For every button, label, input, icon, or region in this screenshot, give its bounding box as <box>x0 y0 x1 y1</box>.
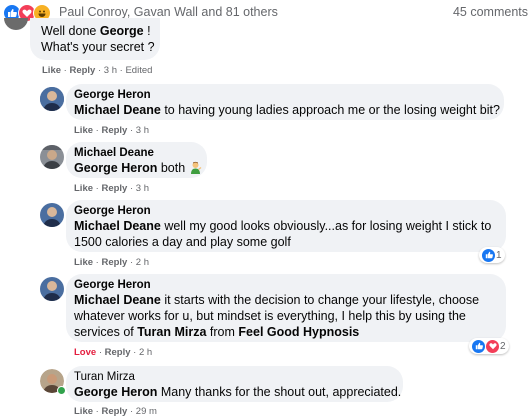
online-status-icon <box>57 386 66 395</box>
timestamp[interactable]: 29 m <box>136 406 157 417</box>
mention[interactable]: Feel Good Hypnosis <box>238 325 359 339</box>
comment-actions: Like · Reply · 3 h · Edited <box>42 65 153 76</box>
like-button[interactable]: Like <box>74 183 93 194</box>
man-gesturing-icon <box>189 161 202 178</box>
comment-actions: Love · Reply · 2 h <box>74 347 153 358</box>
mention[interactable]: Michael Deane <box>74 293 161 307</box>
edited-label[interactable]: Edited <box>125 65 152 76</box>
comment-bubble: George Heron Michael Deane to having you… <box>66 84 504 120</box>
comment-bubble: Turan Mirza George Heron Many thanks for… <box>66 366 403 402</box>
like-button[interactable]: Like <box>74 125 93 136</box>
comment-author[interactable]: George Heron <box>74 204 151 219</box>
comment-bubble: George Heron Michael Deane well my good … <box>66 200 506 252</box>
comment-text: Michael Deane it starts with the decisio… <box>74 292 479 340</box>
comment-line: services of Turan Mirza from Feel Good H… <box>74 325 360 339</box>
avatar-michael-deane[interactable] <box>40 145 64 169</box>
comment-author[interactable]: Turan Mirza <box>74 370 135 385</box>
mention[interactable]: Michael Deane <box>74 219 161 233</box>
avatar-turan-mirza[interactable] <box>40 369 66 395</box>
reaction-count: 1 <box>496 249 502 261</box>
like-reaction-icon <box>482 248 495 262</box>
mention[interactable]: George Heron <box>74 161 157 175</box>
mention[interactable]: George Heron <box>74 385 157 399</box>
reply-button[interactable]: Reply <box>101 183 127 194</box>
reply-button[interactable]: Reply <box>105 347 131 358</box>
reply-button[interactable]: Reply <box>101 406 127 417</box>
like-button[interactable]: Like <box>42 65 61 76</box>
comment-line: Michael Deane well my good looks obvious… <box>74 219 492 233</box>
reaction-count: 2 <box>500 340 506 352</box>
reaction-count-badge[interactable]: 1 <box>479 247 505 263</box>
comment-actions: Like · Reply · 2 h <box>74 257 150 268</box>
comment-text: Well done George ! What's your secret ? <box>41 23 155 55</box>
comment-bubble: Michael Deane George Heron both <box>66 142 207 178</box>
comment-actions: Like · Reply · 3 h <box>74 183 150 194</box>
comment-author[interactable]: George Heron <box>74 88 151 103</box>
comment-text: George Heron both <box>74 160 202 178</box>
reactors-names[interactable]: Paul Conroy, Gavan Wall and 81 others <box>59 5 278 19</box>
comment-bubble: George Heron Michael Deane it starts wit… <box>66 274 506 342</box>
comment-author[interactable]: Michael Deane <box>74 146 154 161</box>
mention[interactable]: Michael Deane <box>74 103 161 117</box>
love-reaction-icon <box>486 339 499 353</box>
comment-line: Well done George ! <box>41 24 151 38</box>
avatar-george-heron[interactable] <box>40 203 64 227</box>
reaction-count-badge[interactable]: 2 <box>469 338 509 354</box>
comment-bubble: Well done George ! What's your secret ? <box>30 18 160 60</box>
avatar-george-heron[interactable] <box>40 87 64 111</box>
love-button[interactable]: Love <box>74 347 96 358</box>
comment-text: George Heron Many thanks for the shout o… <box>74 385 402 399</box>
reply-button[interactable]: Reply <box>101 257 127 268</box>
reply-button[interactable]: Reply <box>69 65 95 76</box>
timestamp[interactable]: 3 h <box>104 65 117 76</box>
comment-line: Michael Deane it starts with the decisio… <box>74 293 480 307</box>
comment-actions: Like · Reply · 29 m <box>74 406 157 417</box>
comment-author[interactable]: George Heron <box>74 278 151 293</box>
like-reaction-icon <box>472 339 485 353</box>
comment-text: Michael Deane to having young ladies app… <box>74 103 500 117</box>
comment-line: whatever works for u, but mindset is eve… <box>74 309 466 323</box>
timestamp[interactable]: 2 h <box>136 257 149 268</box>
like-button[interactable]: Like <box>74 406 93 417</box>
comment-actions: Like · Reply · 3 h <box>74 125 150 136</box>
comments-count[interactable]: 45 comments <box>453 5 528 19</box>
comment-line: What's your secret ? <box>41 40 155 54</box>
timestamp[interactable]: 3 h <box>136 183 149 194</box>
avatar[interactable] <box>4 18 28 30</box>
timestamp[interactable]: 2 h <box>139 347 152 358</box>
reply-button[interactable]: Reply <box>101 125 127 136</box>
avatar-george-heron[interactable] <box>40 277 64 301</box>
mention[interactable]: Turan Mirza <box>137 325 206 339</box>
like-button[interactable]: Like <box>74 257 93 268</box>
timestamp[interactable]: 3 h <box>136 125 149 136</box>
comment-line: 1500 calories a day and play some golf <box>74 235 291 249</box>
comment-text: Michael Deane well my good looks obvious… <box>74 218 491 250</box>
